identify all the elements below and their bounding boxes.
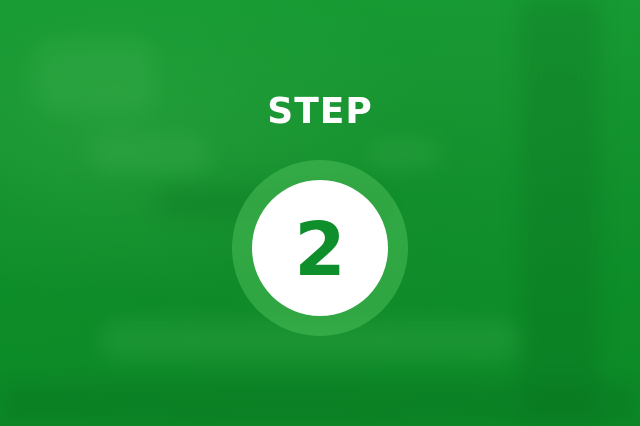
step-title: STEP [267,91,373,132]
step-number: 2 [294,207,346,293]
step-slide: STEP 2 [0,0,640,426]
background-shape [0,380,640,426]
background-shape [370,140,440,168]
background-shape [520,0,600,426]
step-number-badge: 2 [252,180,388,316]
background-shape [90,135,210,173]
